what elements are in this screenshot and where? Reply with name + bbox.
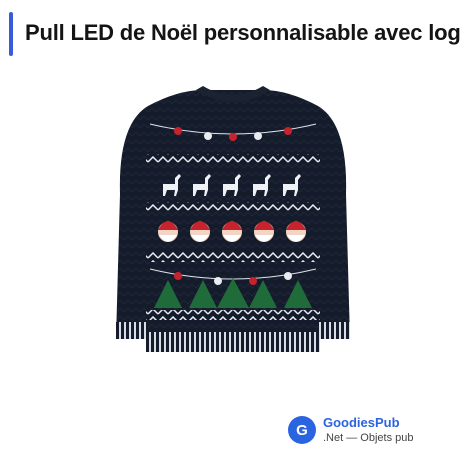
brand-logo: G: [288, 416, 316, 444]
christmas-sweater-image: [116, 86, 350, 352]
brand-name: GoodiesPub: [323, 415, 400, 430]
brand-subtitle: .Net — Objets pub: [323, 432, 414, 444]
product-image: [108, 84, 358, 374]
title-accent-bar: [9, 12, 13, 56]
page-title: Pull LED de Noël personnalisable avec lo…: [25, 20, 460, 45]
brand-badge: G GoodiesPub .Net — Objets pub: [288, 414, 448, 450]
title-bar: Pull LED de Noël personnalisable avec lo…: [0, 12, 460, 56]
